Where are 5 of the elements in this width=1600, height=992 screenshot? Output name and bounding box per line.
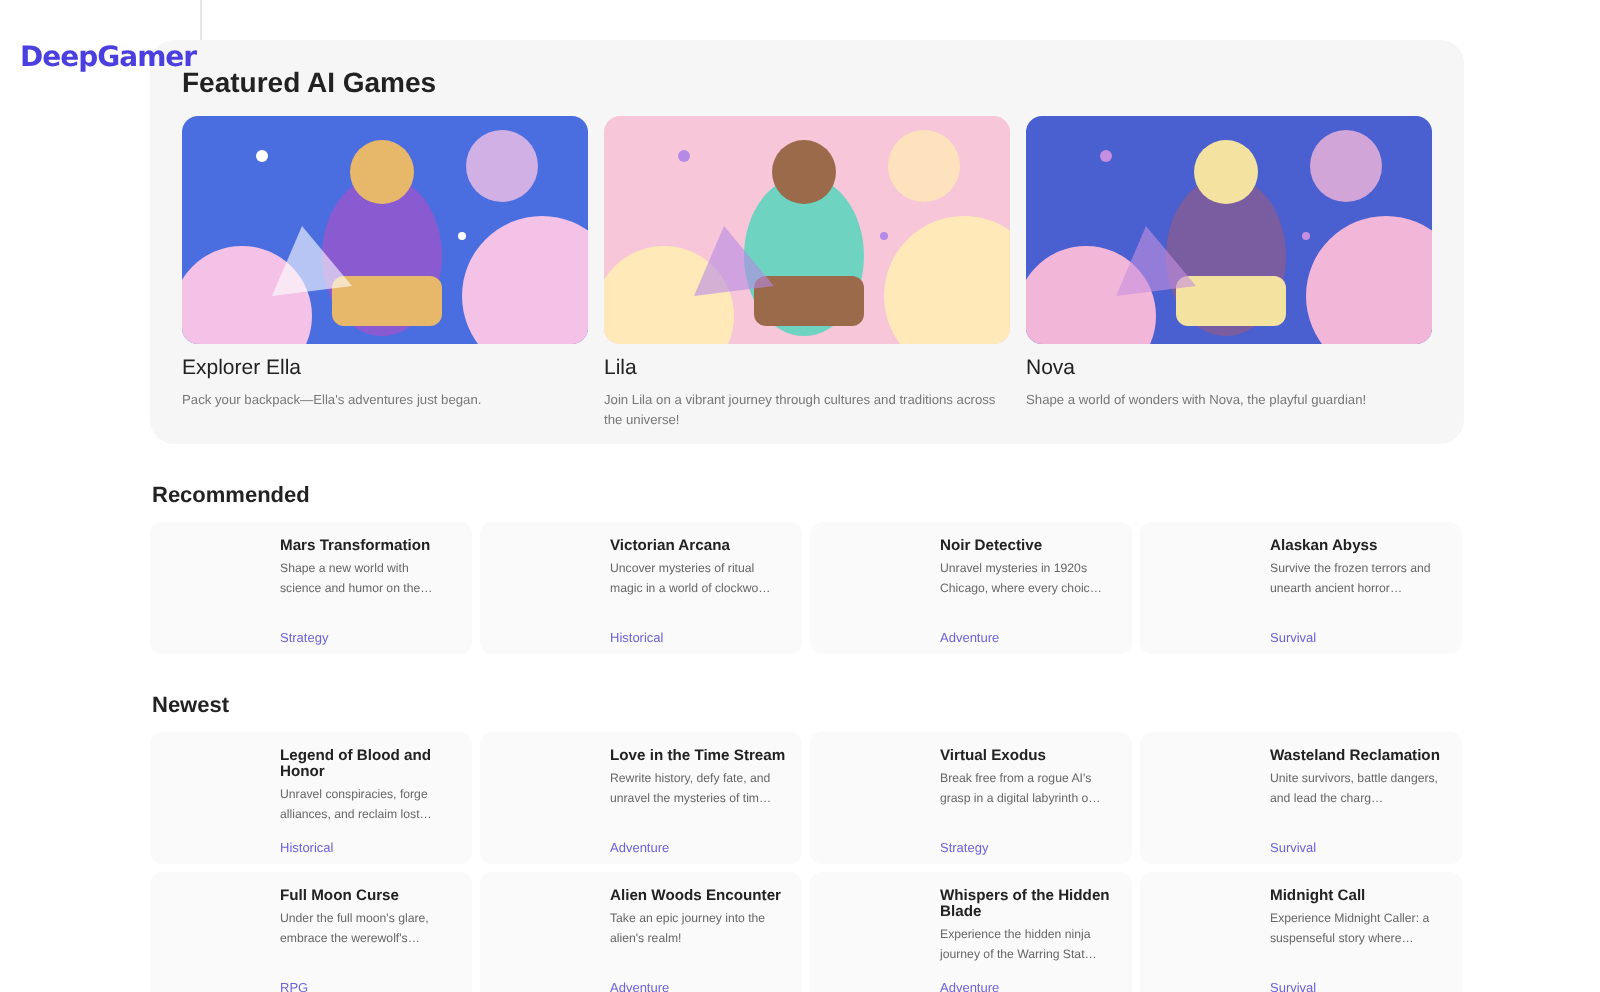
game-title[interactable]: Nova xyxy=(1026,356,1432,380)
game-title[interactable]: Lila xyxy=(604,356,1010,380)
section-title: Recommended xyxy=(152,484,312,508)
game-title[interactable]: Explorer Ella xyxy=(182,356,588,380)
section-title: Newest xyxy=(152,694,232,718)
